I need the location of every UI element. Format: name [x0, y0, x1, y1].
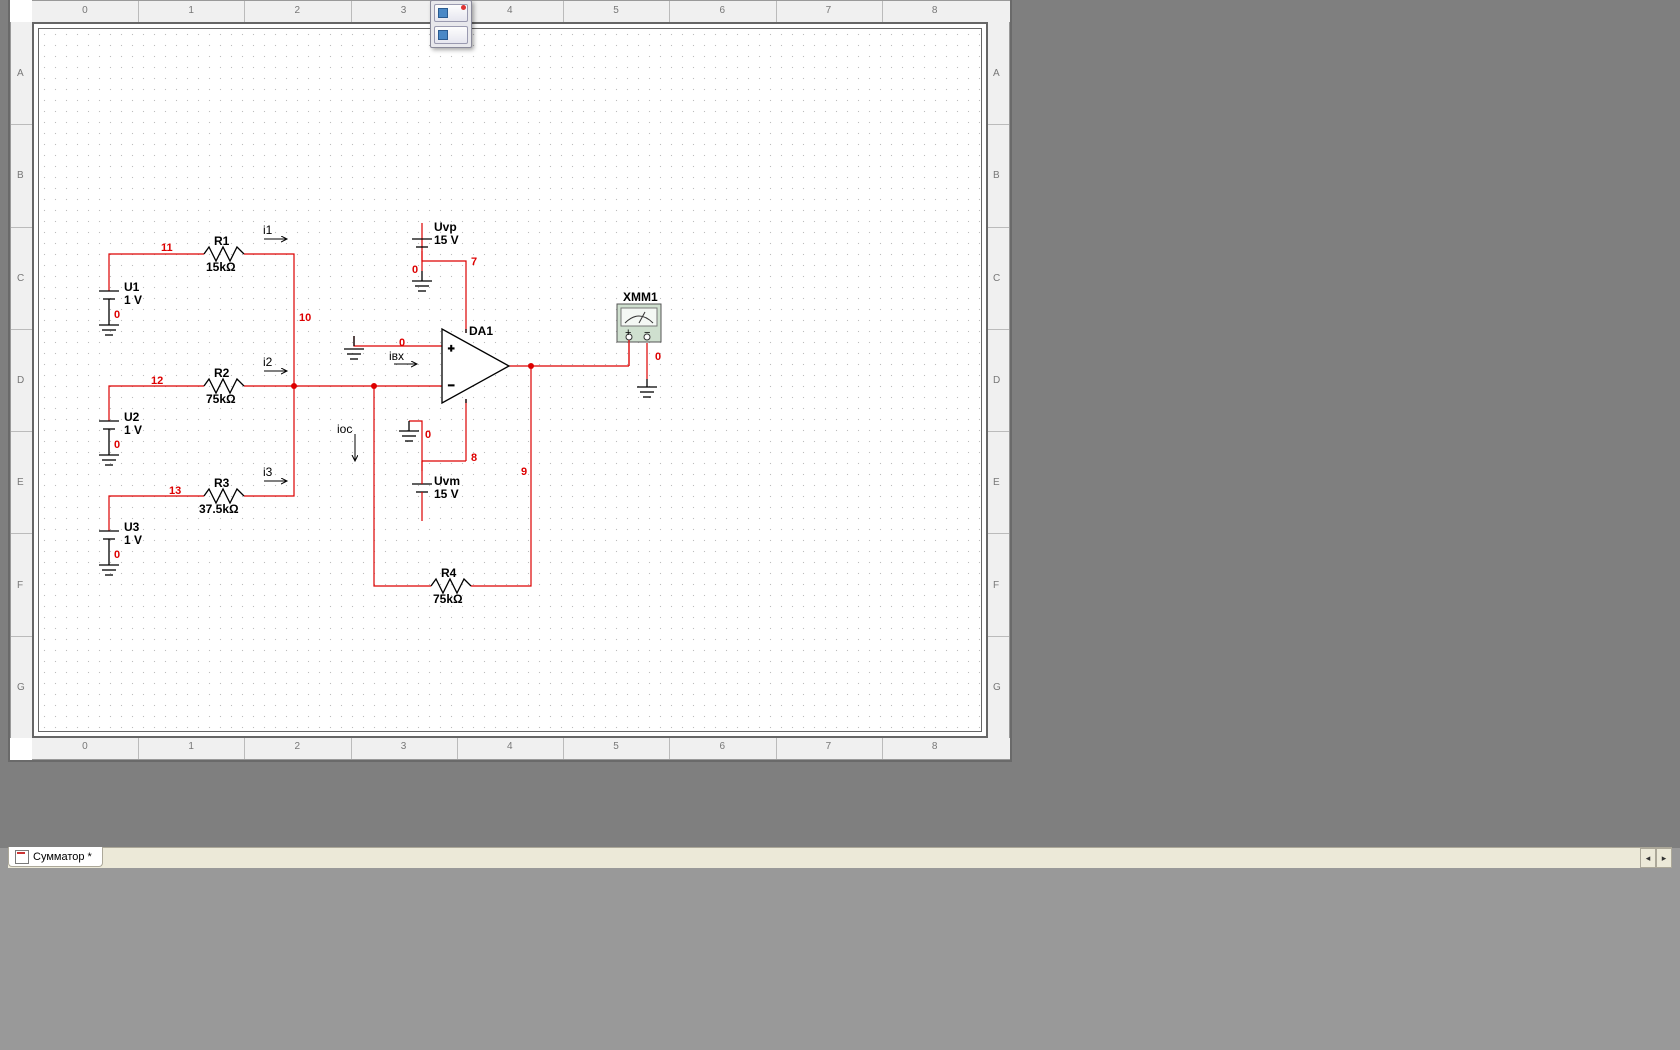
document-tab-active[interactable]: Сумматор *: [8, 847, 103, 867]
workspace: 012345678 012345678 ABCDEFG ABCDEFG .w{s…: [0, 0, 1680, 1050]
document-tab-bar: Сумматор * ◂ ▸: [8, 847, 1672, 868]
document-tab-icon: [15, 850, 29, 864]
tab-bar-spacer: [106, 848, 1640, 868]
tab-scroll-right[interactable]: ▸: [1656, 848, 1672, 868]
document-tab-title: Сумматор *: [33, 851, 92, 863]
sheet-shadow: [10, 0, 1010, 760]
canvas-background[interactable]: 012345678 012345678 ABCDEFG ABCDEFG .w{s…: [0, 0, 1680, 848]
tab-scroll-left[interactable]: ◂: [1640, 848, 1656, 868]
